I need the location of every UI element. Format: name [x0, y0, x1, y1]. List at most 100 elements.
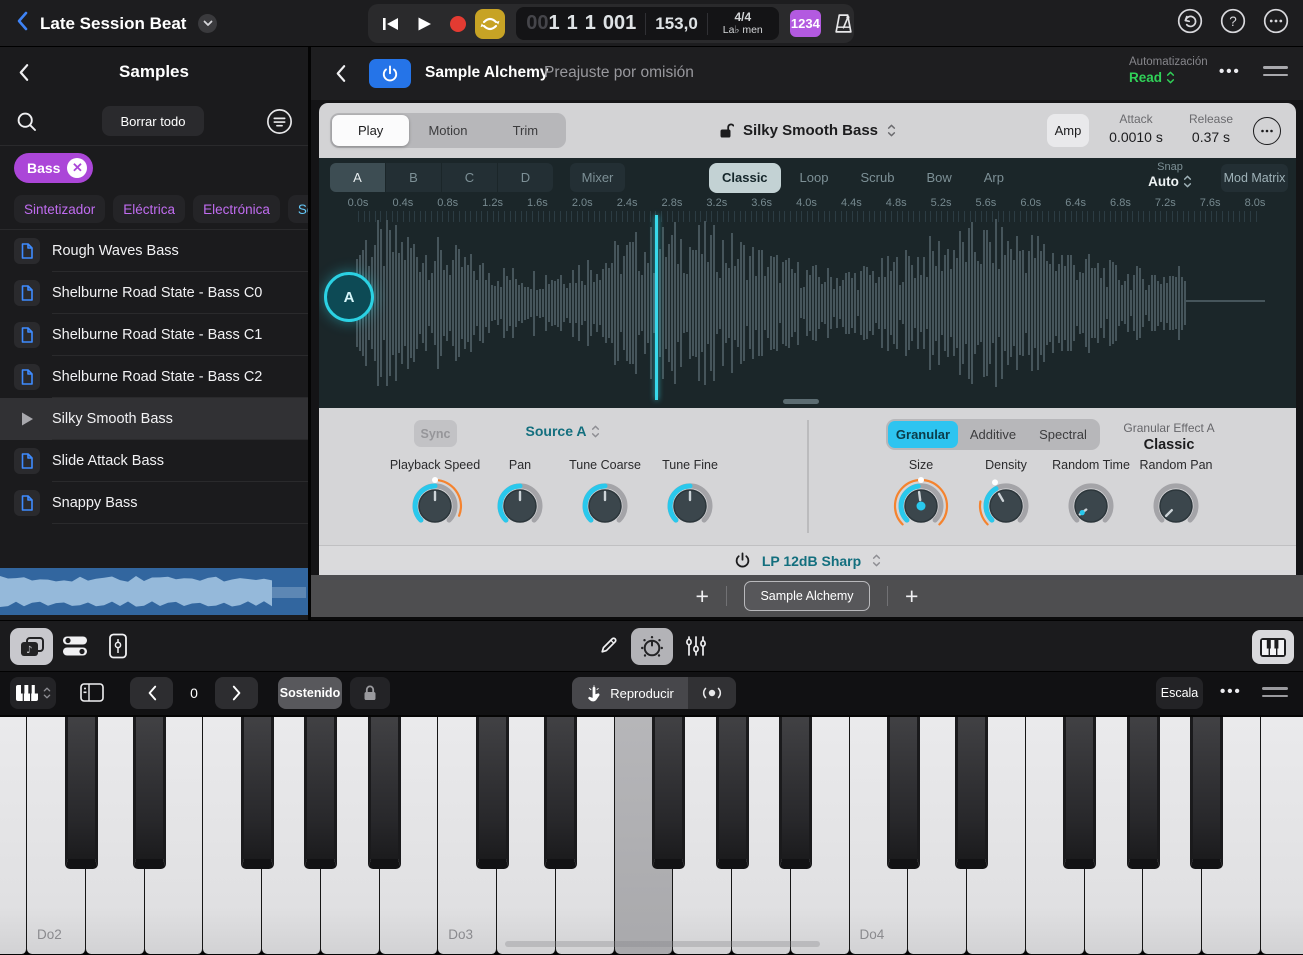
list-item[interactable]: Shelburne Road State - Bass C0: [0, 272, 308, 314]
knob-dial[interactable]: [574, 475, 636, 542]
sustain-button[interactable]: Sostenido: [278, 677, 342, 709]
knob-dial[interactable]: [404, 475, 466, 542]
add-plugin-button[interactable]: +: [696, 586, 709, 606]
toolbar-more-button[interactable]: [1253, 117, 1281, 145]
browser-view-button[interactable]: ♪: [10, 628, 53, 665]
project-menu-chevron-icon[interactable]: [198, 14, 217, 33]
tag-sintetizador[interactable]: Sintetizador: [14, 195, 105, 223]
engine-tab-granular[interactable]: Granular: [888, 421, 958, 448]
mode-tab-loop[interactable]: Loop: [787, 163, 842, 193]
plugin-power-button[interactable]: [369, 59, 411, 88]
knob-random-pan[interactable]: Random Pan: [1131, 458, 1221, 542]
record-button[interactable]: [441, 15, 475, 33]
mod-matrix-button[interactable]: Mod Matrix: [1221, 164, 1288, 192]
knob-dial[interactable]: [975, 475, 1037, 542]
edit-tab-play[interactable]: Play: [332, 115, 409, 146]
black-key[interactable]: [779, 717, 812, 869]
tag-eléctrica[interactable]: Eléctrica: [113, 195, 185, 223]
list-item[interactable]: Rough Waves Bass: [0, 230, 308, 272]
piano-keyboard[interactable]: Do2Do3Do4: [0, 715, 1303, 955]
release-control[interactable]: Release 0.37 s: [1167, 112, 1255, 145]
play-mode-segment[interactable]: Reproducir: [572, 677, 688, 709]
black-key[interactable]: [1190, 717, 1223, 869]
plugin-preset-name[interactable]: Preajuste por omisión: [544, 64, 694, 82]
black-key[interactable]: [133, 717, 166, 869]
black-key[interactable]: [652, 717, 685, 869]
sustain-lock-button[interactable]: [350, 677, 390, 709]
knob-dial[interactable]: [489, 475, 551, 542]
search-icon[interactable]: [16, 111, 38, 138]
mode-tab-classic[interactable]: Classic: [709, 163, 781, 193]
plugin-chain-item[interactable]: Sample Alchemy: [744, 581, 869, 611]
edit-pencil-button[interactable]: [598, 635, 619, 661]
source-tab-b[interactable]: B: [386, 163, 441, 192]
source-tab-c[interactable]: C: [442, 163, 497, 192]
black-key[interactable]: [241, 717, 274, 869]
mixer-tab[interactable]: Mixer: [570, 163, 625, 192]
settings-toggles-button[interactable]: [62, 635, 88, 662]
knob-pan[interactable]: Pan: [475, 458, 565, 542]
keyboard-drag-handle-icon[interactable]: [1262, 687, 1288, 702]
lcd-display[interactable]: 00111001 153,0 4/4La♭ men: [516, 7, 779, 40]
engine-tab-spectral[interactable]: Spectral: [1028, 421, 1098, 448]
cycle-loop-button[interactable]: [475, 9, 505, 39]
snap-control[interactable]: Snap Auto: [1135, 161, 1205, 189]
filter-power-icon[interactable]: [734, 552, 751, 569]
black-key[interactable]: [955, 717, 988, 869]
clear-all-button[interactable]: Borrar todo: [102, 106, 204, 136]
count-in-button[interactable]: 1234: [790, 10, 821, 37]
mode-tab-arp[interactable]: Arp: [971, 163, 1017, 193]
controls-view-button[interactable]: [631, 628, 673, 665]
automation-control[interactable]: Automatización Read: [1129, 56, 1208, 85]
list-item[interactable]: Shelburne Road State - Bass C1: [0, 314, 308, 356]
go-to-beginning-button[interactable]: [374, 16, 408, 32]
mode-tab-bow[interactable]: Bow: [913, 163, 964, 193]
knob-dial[interactable]: [659, 475, 721, 542]
tag-electrónica[interactable]: Electrónica: [193, 195, 280, 223]
tempo-display[interactable]: 153,0: [655, 14, 698, 34]
list-item[interactable]: Shelburne Road State - Bass C2: [0, 356, 308, 398]
keyboard-view-button[interactable]: [1252, 630, 1294, 664]
knob-random-time[interactable]: Random Time: [1046, 458, 1136, 542]
black-key[interactable]: [1063, 717, 1096, 869]
list-item[interactable]: Snappy Bass: [0, 482, 308, 524]
play-button[interactable]: [408, 16, 442, 32]
edit-tab-motion[interactable]: Motion: [409, 115, 486, 146]
black-key[interactable]: [716, 717, 749, 869]
black-key[interactable]: [887, 717, 920, 869]
playhead[interactable]: [655, 215, 658, 400]
scale-button[interactable]: Escala: [1156, 677, 1203, 709]
undo-button[interactable]: [1177, 8, 1203, 39]
plugin-more-icon[interactable]: •••: [1219, 63, 1241, 80]
source-tab-d[interactable]: D: [498, 163, 553, 192]
knob-density[interactable]: Density: [961, 458, 1051, 542]
knob-dial[interactable]: [1145, 475, 1207, 542]
knob-tune-coarse[interactable]: Tune Coarse: [560, 458, 650, 542]
keyboard-type-button[interactable]: [10, 677, 56, 709]
octave-up-button[interactable]: [215, 677, 258, 709]
list-item[interactable]: Silky Smooth Bass: [0, 398, 308, 440]
signature-key-display[interactable]: 4/4La♭ men: [717, 11, 769, 36]
knob-dial[interactable]: [890, 475, 952, 542]
knob-size[interactable]: Size: [876, 458, 966, 542]
edit-tab-trim[interactable]: Trim: [487, 115, 564, 146]
black-key[interactable]: [304, 717, 337, 869]
knob-dial[interactable]: [1060, 475, 1122, 542]
glissando-segment[interactable]: [688, 677, 736, 709]
filter-icon[interactable]: [266, 108, 293, 140]
sync-button[interactable]: Sync: [414, 420, 457, 447]
add-plugin-button[interactable]: +: [905, 586, 918, 606]
waveform-scroll-indicator[interactable]: [783, 399, 819, 404]
sample-preview-waveform[interactable]: [0, 568, 308, 615]
amp-button[interactable]: Amp: [1047, 114, 1089, 147]
black-key[interactable]: [1127, 717, 1160, 869]
octave-down-button[interactable]: [130, 677, 173, 709]
source-tab-a[interactable]: A: [330, 163, 385, 192]
loaded-sample-control[interactable]: Silky Smooth Bass: [609, 103, 1006, 158]
black-key[interactable]: [544, 717, 577, 869]
project-title[interactable]: Late Session Beat: [40, 14, 186, 34]
knob-tune-fine[interactable]: Tune Fine: [645, 458, 735, 542]
more-options-button[interactable]: [1263, 8, 1289, 39]
back-chevron-icon[interactable]: [16, 11, 28, 36]
filter-chip-bass[interactable]: Bass ✕: [14, 153, 93, 183]
